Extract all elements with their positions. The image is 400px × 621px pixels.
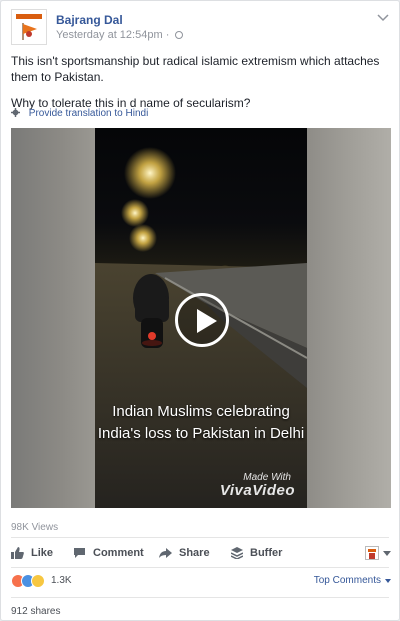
page-mini-avatar (365, 546, 379, 560)
caption-line: Indian Muslims celebrating (112, 403, 290, 420)
top-comments-dropdown[interactable]: Top Comments (314, 575, 391, 586)
top-comments-label: Top Comments (313, 575, 381, 586)
buffer-button[interactable]: Buffer (231, 544, 282, 562)
divider (11, 567, 389, 568)
reaction-count[interactable]: 1.3K (51, 575, 72, 586)
play-icon (197, 309, 217, 333)
post-meta: Yesterday at 12:54pm · (56, 29, 184, 41)
thumbs-up-icon (11, 547, 24, 559)
haha-icon[interactable] (31, 574, 45, 588)
post-text: This isn't sportsmanship but radical isl… (11, 53, 389, 111)
video-blur-right (307, 128, 391, 508)
video-blur-left (11, 128, 95, 508)
page-avatar[interactable] (11, 9, 47, 45)
gear-icon (11, 108, 20, 117)
reactions-summary: 1.3K Top Comments (11, 574, 391, 590)
share-as-selector[interactable] (365, 544, 391, 562)
post-text-line: This isn't sportsmanship but radical isl… (11, 54, 380, 84)
chevron-down-icon (385, 578, 391, 583)
watermark-brand: VivaVideo (219, 482, 295, 499)
globe-icon (175, 31, 184, 39)
chevron-down-icon[interactable] (377, 13, 389, 23)
share-label: Share (179, 547, 210, 559)
chevron-down-icon (383, 550, 391, 556)
video-caption: Indian Muslims celebrating India's loss … (95, 401, 307, 445)
post-timestamp[interactable]: Yesterday at 12:54pm (56, 29, 163, 41)
post-card: Bajrang Dal Yesterday at 12:54pm · This … (0, 0, 400, 621)
translate-link[interactable]: Provide translation to Hindi (11, 108, 148, 119)
comment-label: Comment (93, 547, 144, 559)
like-button[interactable]: Like (11, 544, 53, 562)
comment-icon (74, 548, 85, 558)
post-header: Bajrang Dal Yesterday at 12:54pm · (11, 9, 389, 45)
page-name-link[interactable]: Bajrang Dal (56, 13, 123, 27)
share-arrow-icon (159, 548, 172, 558)
share-count[interactable]: 912 shares (11, 606, 60, 617)
action-bar: Like Comment Share Buffer (11, 544, 391, 562)
video-player[interactable]: Indian Muslims celebrating India's loss … (11, 128, 391, 508)
avatar-banner (16, 14, 42, 19)
translate-label: Provide translation to Hindi (28, 108, 149, 119)
play-button[interactable] (175, 293, 229, 347)
buffer-stack-icon (231, 547, 243, 559)
divider (11, 537, 389, 538)
like-label: Like (31, 547, 54, 559)
buffer-label: Buffer (250, 547, 283, 559)
share-button[interactable]: Share (159, 544, 210, 562)
comment-button[interactable]: Comment (73, 544, 144, 562)
view-count: 98K Views (11, 522, 59, 533)
flag-icon (22, 23, 37, 40)
caption-line: India's loss to Pakistan in Delhi (97, 425, 305, 442)
divider (11, 597, 389, 598)
